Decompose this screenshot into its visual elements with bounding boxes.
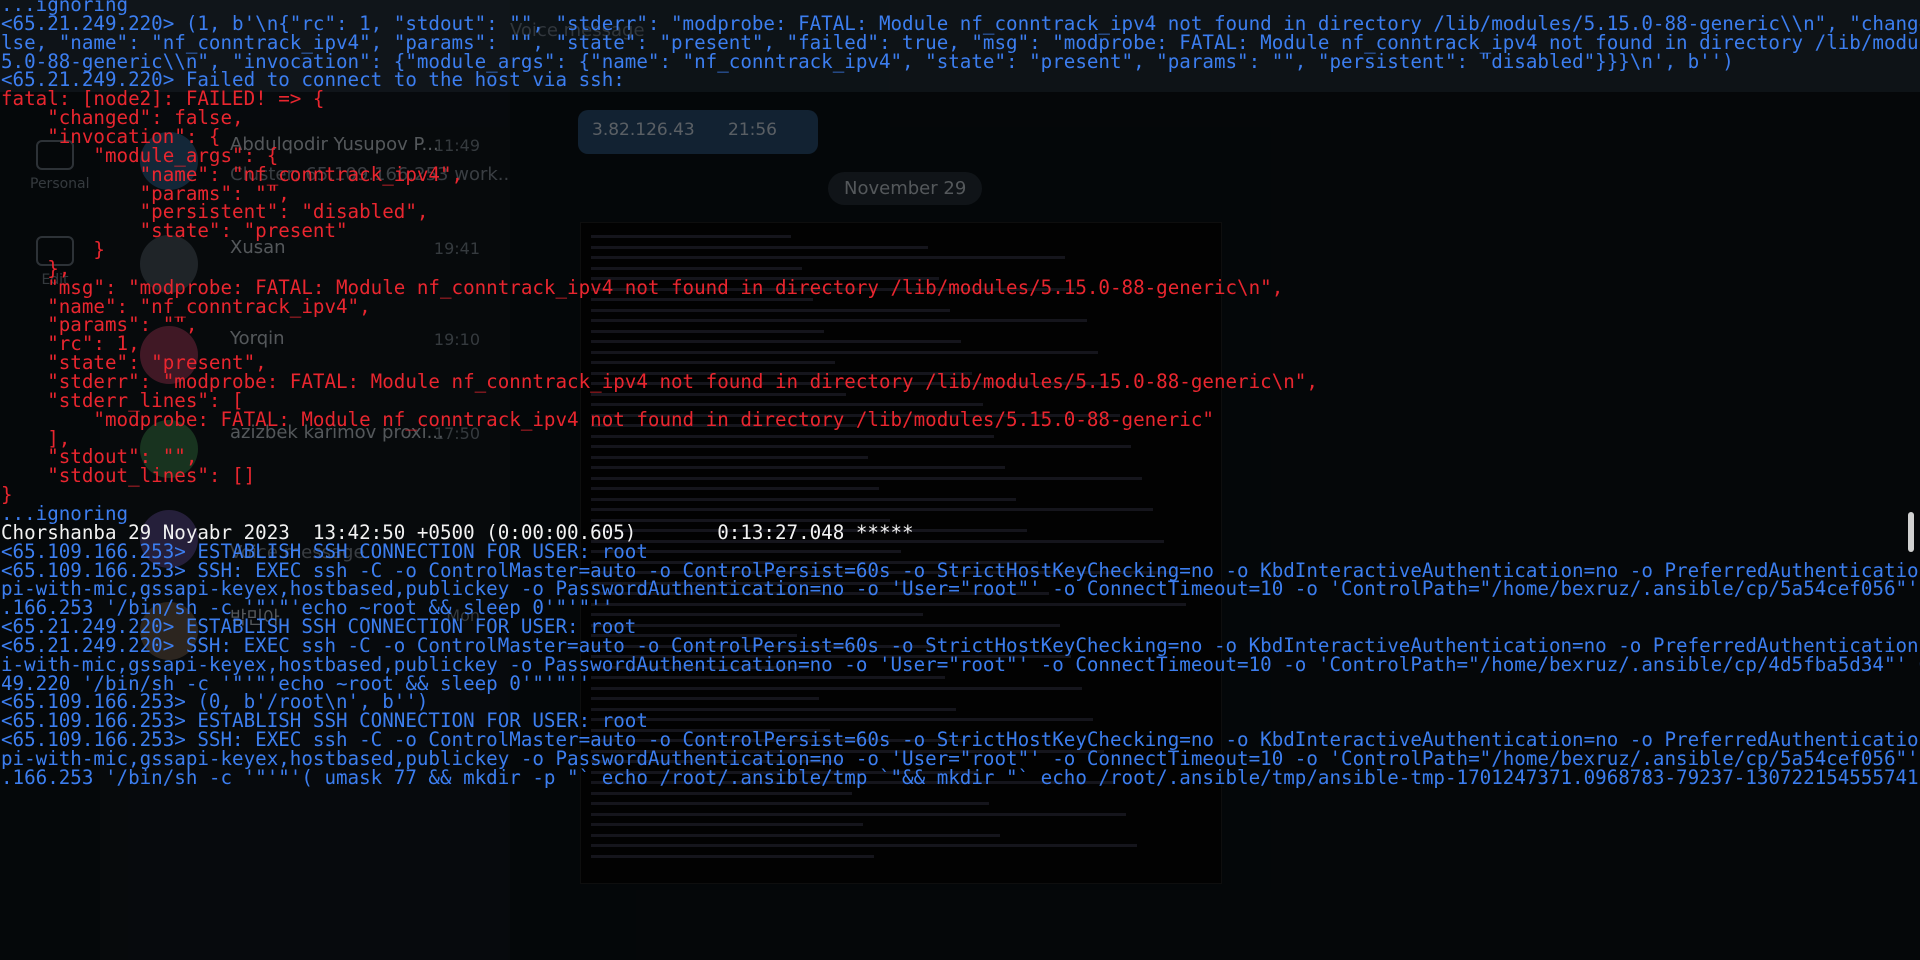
terminal-line: .166.253 '/bin/sh -c '"'"'( umask 77 && … <box>1 765 1920 789</box>
terminal-line: "stdout_lines": [] <box>1 464 256 488</box>
terminal-line: "modprobe: FATAL: Module nf_conntrack_ip… <box>1 407 1214 431</box>
terminal-scrollbar[interactable] <box>1908 512 1914 552</box>
terminal-output[interactable]: ...ignoring <65.21.249.220> (1, b'\n{"rc"… <box>0 0 1920 960</box>
